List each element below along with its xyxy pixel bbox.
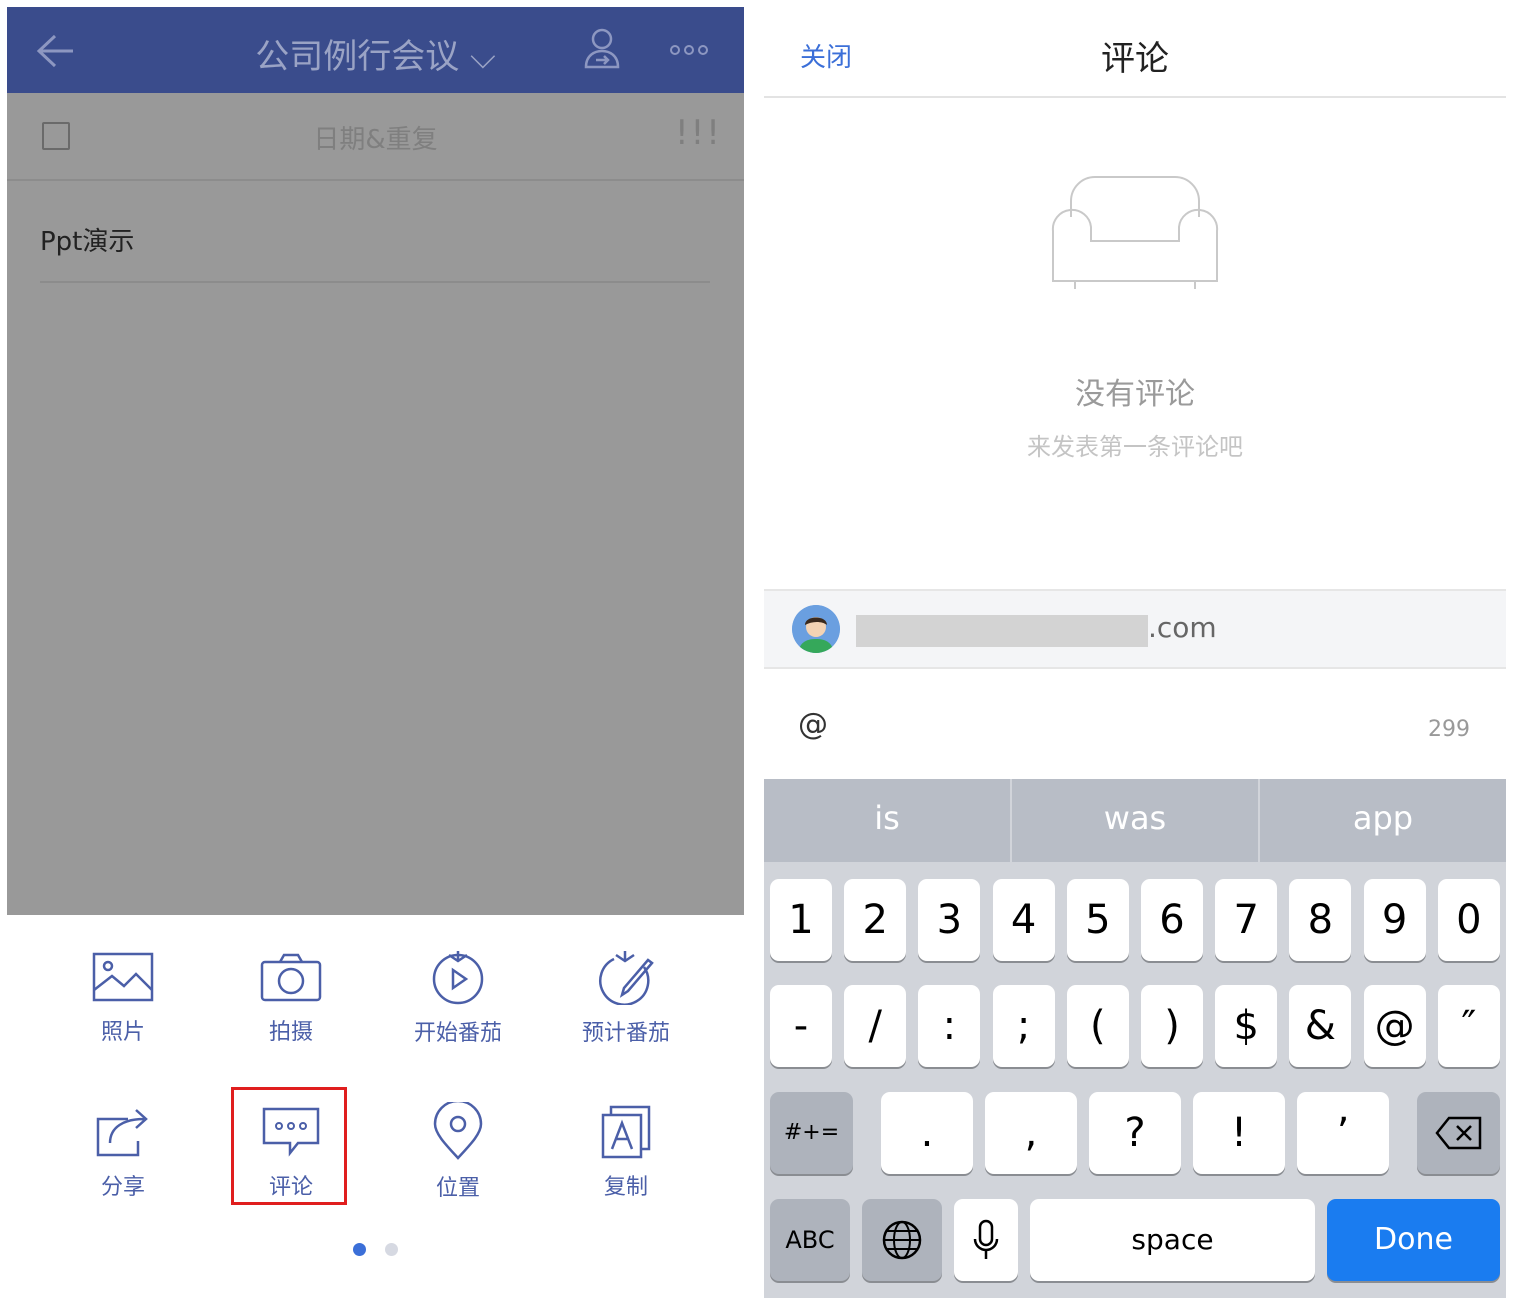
- key[interactable]: !: [1193, 1092, 1285, 1174]
- tool-label: 位置: [435, 1176, 480, 1201]
- redacted-email: [856, 615, 1148, 647]
- key[interactable]: &: [1289, 985, 1352, 1067]
- tomato-play-icon: [432, 951, 484, 1005]
- key[interactable]: -: [770, 985, 832, 1067]
- header-bar: 公司例行会议 ⌵: [7, 7, 744, 93]
- location-button[interactable]: 位置: [383, 1102, 533, 1202]
- char-counter: 299: [1428, 717, 1470, 742]
- key[interactable]: :: [918, 985, 981, 1067]
- key[interactable]: ): [1141, 985, 1203, 1067]
- key[interactable]: 0: [1437, 879, 1500, 961]
- key[interactable]: 7: [1215, 879, 1278, 961]
- key[interactable]: 6: [1141, 879, 1203, 961]
- key[interactable]: ’: [1297, 1092, 1389, 1174]
- copy-icon: [601, 1105, 651, 1159]
- list-title[interactable]: 公司例行会议 ⌵: [7, 29, 744, 78]
- priority-button[interactable]: !!!: [675, 113, 722, 153]
- suggestion[interactable]: was: [1012, 779, 1258, 862]
- done-key[interactable]: Done: [1327, 1199, 1500, 1281]
- key[interactable]: 4: [992, 879, 1055, 961]
- key[interactable]: 8: [1289, 879, 1352, 961]
- abc-key[interactable]: ABC: [770, 1199, 850, 1281]
- suggestion[interactable]: app: [1260, 779, 1506, 862]
- camera-icon: [260, 953, 322, 1002]
- page-dot[interactable]: [385, 1243, 398, 1256]
- avatar: [792, 605, 840, 653]
- copy-button[interactable]: 复制: [551, 1105, 701, 1201]
- dim-overlay: 日期&重复 !!! Ppt演示: [7, 93, 744, 915]
- space-key[interactable]: space: [1030, 1199, 1315, 1281]
- task-detail-panel: 公司例行会议 ⌵ 日期&重复 !!! Ppt演示 照片 拍摄 开始番茄 预计番茄…: [7, 7, 744, 1298]
- photo-button[interactable]: 照片: [48, 952, 198, 1046]
- camera-button[interactable]: 拍摄: [216, 952, 366, 1046]
- plan-pomodoro-button[interactable]: 预计番茄: [551, 949, 701, 1047]
- symbols-switch-key[interactable]: #+=: [770, 1092, 853, 1174]
- microphone-key[interactable]: [954, 1199, 1018, 1281]
- more-icon[interactable]: [669, 44, 709, 56]
- task-content[interactable]: Ppt演示: [40, 221, 134, 258]
- page-dot-active[interactable]: [353, 1243, 366, 1256]
- key[interactable]: ″: [1437, 985, 1500, 1067]
- tomato-pencil-icon: [599, 951, 654, 1005]
- key[interactable]: ,: [985, 1092, 1077, 1174]
- tool-label: 照片: [100, 1020, 145, 1045]
- key[interactable]: 2: [844, 879, 907, 961]
- key[interactable]: ?: [1089, 1092, 1181, 1174]
- comment-highlight-box: [231, 1087, 347, 1205]
- keyboard: is was app #+= ABC space Done 1 2 3 4 5 …: [764, 779, 1506, 1298]
- date-repeat-button[interactable]: 日期&重复: [7, 119, 744, 156]
- backspace-icon: [1434, 1116, 1481, 1150]
- comments-panel: 关闭 评论 没有评论 来发表第一条评论吧 .com @ 299 is was a…: [764, 7, 1506, 1298]
- key[interactable]: 9: [1363, 879, 1426, 961]
- photo-icon: [92, 952, 154, 1002]
- avatar-face-icon: [792, 605, 840, 653]
- key[interactable]: $: [1215, 985, 1278, 1067]
- comment-input[interactable]: @: [798, 707, 828, 742]
- key[interactable]: 1: [770, 879, 832, 961]
- tool-label: 开始番茄: [413, 1021, 502, 1046]
- empty-subtitle: 来发表第一条评论吧: [1027, 433, 1243, 461]
- empty-title: 没有评论: [1075, 377, 1195, 412]
- key[interactable]: @: [1363, 985, 1426, 1067]
- key[interactable]: (: [1066, 985, 1129, 1067]
- share-icon: [96, 1109, 148, 1157]
- date-row: 日期&重复 !!!: [7, 93, 744, 181]
- tool-label: 拍摄: [268, 1020, 313, 1045]
- assign-user-icon[interactable]: [583, 27, 625, 71]
- divider: [764, 96, 1506, 98]
- globe-icon: [882, 1220, 922, 1260]
- divider: [40, 281, 710, 283]
- email-suffix: .com: [1148, 611, 1217, 644]
- suggestion-bar: is was app: [764, 779, 1506, 862]
- tool-label: 分享: [100, 1175, 145, 1200]
- key[interactable]: /: [844, 985, 907, 1067]
- sofa-icon: [1051, 176, 1219, 289]
- start-pomodoro-button[interactable]: 开始番茄: [383, 949, 533, 1047]
- user-bar: .com: [764, 589, 1506, 669]
- backspace-key[interactable]: [1417, 1092, 1500, 1174]
- page-title: 评论: [1101, 39, 1169, 79]
- key[interactable]: 3: [918, 879, 981, 961]
- location-pin-icon: [433, 1102, 483, 1160]
- tool-label: 预计番茄: [581, 1021, 670, 1046]
- microphone-icon: [973, 1219, 999, 1259]
- suggestion[interactable]: is: [764, 779, 1010, 862]
- key[interactable]: .: [881, 1092, 973, 1174]
- key[interactable]: ;: [992, 985, 1055, 1067]
- tool-label: 复制: [603, 1175, 648, 1200]
- globe-key[interactable]: [862, 1199, 942, 1281]
- share-button[interactable]: 分享: [48, 1105, 198, 1201]
- key[interactable]: 5: [1066, 879, 1129, 961]
